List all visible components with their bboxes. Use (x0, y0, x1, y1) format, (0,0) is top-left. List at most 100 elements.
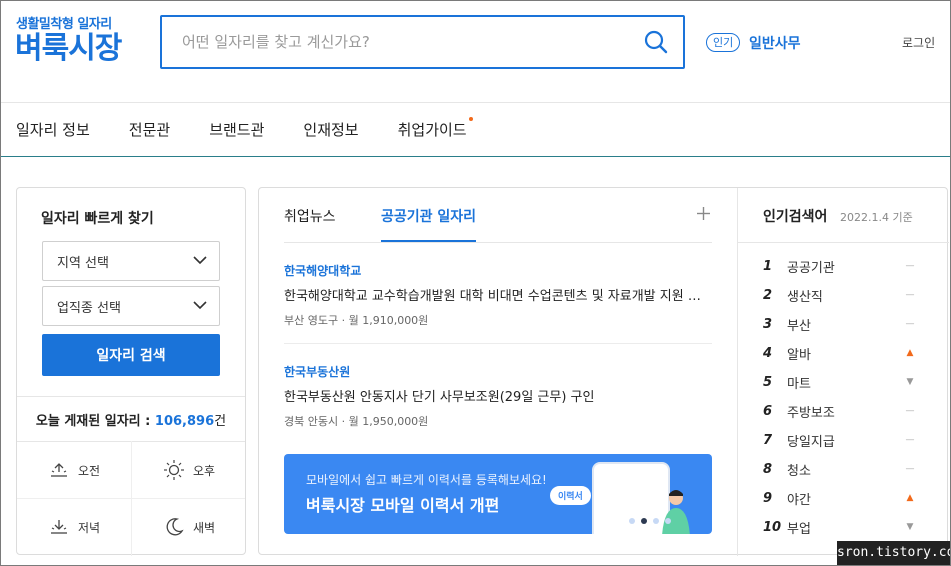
main-nav: 일자리 정보 전문관 브랜드관 인재정보 취업가이드 (1, 103, 950, 157)
rank-word[interactable]: 당일지급 (787, 431, 905, 450)
rank-number: 1 (763, 258, 773, 274)
pagination-dot[interactable] (665, 518, 671, 524)
popular-search-item[interactable]: 3 부산 — (763, 314, 915, 334)
rank-word[interactable]: 청소 (787, 460, 905, 479)
popular-search-item[interactable]: 6 주방보조 — (763, 401, 915, 421)
divider (17, 396, 245, 397)
search-input[interactable] (182, 33, 643, 51)
trend-down-icon: ▼ (906, 522, 914, 532)
job-meta: 경북 안동시 · 월 1,950,000원 (284, 415, 429, 428)
content-panel: 취업뉴스 공공기관 일자리 한국해양대학교 한국해양대학교 교수학습개발원 대학… (258, 187, 949, 556)
job-list-item[interactable]: 한국해양대학교 한국해양대학교 교수학습개발원 대학 비대면 수업콘텐츠 및 자… (284, 262, 712, 328)
rank-word[interactable]: 부산 (787, 315, 905, 334)
rank-word[interactable]: 야간 (787, 489, 905, 508)
nav-item-brand[interactable]: 브랜드관 (209, 119, 264, 140)
popular-search-date: 2022.1.4 기준 (840, 211, 913, 224)
pagination-dot-active[interactable] (641, 518, 647, 524)
divider (738, 242, 949, 243)
rank-word[interactable]: 공공기관 (787, 257, 905, 276)
rank-word[interactable]: 부업 (787, 518, 905, 537)
time-label-morning: 오전 (77, 463, 101, 478)
popular-search-item[interactable]: 5 마트 ▼ (763, 372, 915, 392)
popular-search-word[interactable]: 일반사무 (749, 33, 801, 53)
person-illustration (662, 490, 690, 534)
pagination-dot[interactable] (629, 518, 635, 524)
job-title[interactable]: 한국해양대학교 교수학습개발원 대학 비대면 수업콘텐츠 및 자료개발 지원 전… (284, 285, 712, 304)
time-label-dawn: 새벽 (192, 520, 216, 535)
rank-number: 7 (763, 432, 773, 448)
job-category-select[interactable]: 업직종 선택 (42, 286, 220, 326)
popular-search-item[interactable]: 9 야간 ▲ (763, 488, 915, 508)
popular-badge: 인기 (706, 33, 741, 52)
job-divider (284, 343, 712, 344)
watermark: sron.tistory.com (837, 541, 950, 565)
panel-divider (737, 188, 738, 556)
job-title[interactable]: 한국부동산원 안동지사 단기 사무보조원(29일 근무) 구인 (284, 386, 712, 405)
tab-public-jobs[interactable]: 공공기관 일자리 (381, 206, 476, 226)
active-tab-indicator (381, 240, 476, 242)
time-filter-evening[interactable]: 저녁 (17, 499, 131, 555)
chevron-down-icon (193, 256, 207, 265)
trend-same-icon: — (905, 435, 915, 445)
logo-subtitle[interactable]: 생활밀착형 일자리 (16, 13, 112, 32)
sunset-icon (50, 520, 67, 534)
trend-same-icon: — (905, 464, 915, 474)
popular-search-item[interactable]: 2 생산직 — (763, 285, 915, 305)
rank-word[interactable]: 생산직 (787, 286, 905, 305)
time-filter-dawn[interactable]: 새벽 (132, 499, 246, 555)
job-category-select-label: 업직종 선택 (57, 300, 121, 316)
job-meta: 부산 영도구 · 월 1,910,000원 (284, 314, 429, 327)
rank-number: 10 (763, 519, 782, 535)
popular-search-item[interactable]: 8 청소 — (763, 459, 915, 479)
chevron-down-icon (193, 301, 207, 310)
popular-search-item[interactable]: 7 당일지급 — (763, 430, 915, 450)
quick-find-panel: 일자리 빠르게 찾기 지역 선택 업직종 선택 일자리 검색 오늘 게재된 일자… (16, 187, 246, 556)
nav-item-specialty[interactable]: 전문관 (129, 119, 170, 140)
job-list-item[interactable]: 한국부동산원 한국부동산원 안동지사 단기 사무보조원(29일 근무) 구인 경… (284, 363, 712, 429)
trend-up-icon: ▲ (906, 348, 914, 358)
nav-item-guide[interactable]: 취업가이드 (398, 117, 473, 140)
rank-number: 5 (763, 374, 773, 390)
banner-pagination[interactable] (629, 518, 671, 524)
trend-same-icon: — (905, 261, 915, 271)
time-label-evening: 저녁 (77, 520, 101, 535)
job-org: 한국해양대학교 (284, 264, 362, 278)
trend-up-icon: ▲ (906, 493, 914, 503)
rank-number: 3 (763, 316, 773, 332)
rank-word[interactable]: 알바 (787, 344, 905, 363)
time-filter-morning[interactable]: 오전 (17, 442, 131, 498)
trend-down-icon: ▼ (906, 377, 914, 387)
logo[interactable]: 벼룩시장 (15, 31, 122, 67)
today-label: 오늘 게재된 일자리 : (35, 414, 151, 429)
popular-search-item[interactable]: 10 부업 ▼ (763, 517, 915, 537)
popular-search-item[interactable]: 4 알바 ▲ (763, 343, 915, 363)
trend-same-icon: — (905, 319, 915, 329)
tab-job-news[interactable]: 취업뉴스 (284, 206, 336, 226)
page: 생활밀착형 일자리 벼룩시장 인기 일반사무 로그인 일자리 정보 전문관 브랜… (0, 0, 951, 566)
nav-item-talent[interactable]: 인재정보 (303, 119, 358, 140)
popular-search-title: 인기검색어 (763, 209, 828, 225)
rank-word[interactable]: 마트 (787, 373, 905, 392)
login-link[interactable]: 로그인 (902, 34, 935, 51)
sun-icon (163, 460, 184, 480)
tab-divider (284, 242, 712, 243)
search-icon[interactable] (643, 29, 669, 55)
more-plus-icon[interactable] (696, 206, 711, 221)
job-search-button[interactable]: 일자리 검색 (42, 334, 220, 376)
time-filter-afternoon[interactable]: 오후 (132, 442, 246, 498)
search-box[interactable] (160, 15, 685, 69)
today-count: 106,896 (154, 414, 215, 429)
rank-number: 6 (763, 403, 773, 419)
banner-title: 벼룩시장 모바일 이력서 개편 (306, 496, 500, 515)
sunrise-icon (50, 463, 67, 477)
rank-number: 2 (763, 287, 773, 303)
nav-item-jobs[interactable]: 일자리 정보 (16, 119, 90, 140)
popular-search-item[interactable]: 1 공공기관 — (763, 256, 915, 276)
new-dot-icon (468, 117, 473, 121)
trend-same-icon: — (905, 290, 915, 300)
time-label-afternoon: 오후 (192, 463, 216, 478)
region-select[interactable]: 지역 선택 (42, 241, 220, 281)
rank-number: 9 (763, 490, 773, 506)
rank-word[interactable]: 주방보조 (787, 402, 905, 421)
pagination-dot[interactable] (653, 518, 659, 524)
